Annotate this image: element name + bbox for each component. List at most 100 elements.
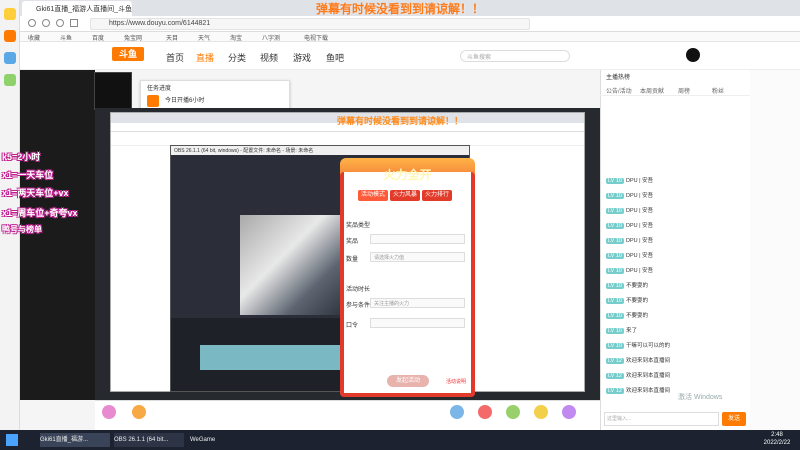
bookmark[interactable]: 百度: [92, 33, 104, 42]
nav-fishbar[interactable]: 鱼吧: [326, 51, 344, 64]
gift-icon[interactable]: [450, 405, 464, 419]
level-badge: LV 12: [606, 388, 624, 394]
tab-activity-mode[interactable]: 活动模式: [358, 190, 388, 201]
gift-icon[interactable]: [562, 405, 576, 419]
nav-game[interactable]: 游戏: [293, 51, 311, 64]
forward-icon[interactable]: [42, 19, 50, 27]
gift-bar: [95, 400, 600, 430]
level-badge: LV 10: [606, 328, 624, 334]
gift-icon[interactable]: [102, 405, 116, 419]
popup-text: 今日开播6小时: [165, 98, 205, 104]
back-icon[interactable]: [28, 19, 36, 27]
bookmark[interactable]: 斗鱼: [60, 33, 72, 42]
level-badge: LV 12: [606, 373, 624, 379]
tab-notice[interactable]: 公告/活动: [606, 86, 632, 95]
captured-header: [111, 132, 584, 146]
password-field[interactable]: [370, 318, 465, 328]
tab-fire-rank[interactable]: 火力排行: [422, 190, 452, 201]
message-text: DPU | 安吾: [625, 223, 654, 229]
tab-weekly[interactable]: 周榜: [678, 86, 690, 95]
tab-fire-storm[interactable]: 火力风暴: [390, 190, 420, 201]
taskbar-item[interactable]: WeGame: [190, 433, 250, 447]
message-text: 干嘛可以可以的的: [625, 343, 670, 349]
send-button[interactable]: 发送: [722, 412, 746, 426]
message-text: 来了: [625, 328, 637, 334]
gift-icon[interactable]: [132, 405, 146, 419]
nav-home[interactable]: 首页: [166, 51, 184, 64]
bookmark[interactable]: 收藏: [28, 33, 40, 42]
level-badge: LV 10: [606, 253, 624, 259]
label-duration: 活动时长: [346, 287, 371, 293]
message-text: 欢迎来到本直播间: [625, 388, 670, 394]
nav-live[interactable]: 直播: [196, 51, 214, 64]
label-password: 口令: [346, 323, 359, 329]
bookmark[interactable]: 电视下载: [304, 33, 328, 42]
tab-contrib[interactable]: 本周贡献: [640, 86, 664, 95]
count-field[interactable]: 请选择火力值: [370, 252, 465, 262]
chat-message: LV 10 DPU | 安吾: [606, 236, 746, 245]
chat-message: LV 10 DPU | 安吾: [606, 176, 746, 185]
app-icon[interactable]: [4, 52, 16, 64]
nav-category[interactable]: 分类: [228, 51, 246, 64]
star-icon[interactable]: [4, 8, 16, 20]
taskbar-item[interactable]: Gki61直播_福游...: [40, 433, 110, 447]
windows-start-icon[interactable]: [6, 434, 18, 446]
message-text: DPU | 安吾: [625, 238, 654, 244]
bookmark[interactable]: 天目: [166, 33, 178, 42]
submit-button[interactable]: 发起活动: [387, 375, 429, 387]
label-prize: 奖品: [346, 239, 359, 245]
streamer-avatar[interactable]: [94, 72, 132, 110]
site-logo[interactable]: 斗鱼: [112, 47, 144, 61]
level-badge: LV 10: [606, 238, 624, 244]
taskbar-item[interactable]: OBS 26.1.1 (64 bit...: [114, 433, 184, 447]
chat-header: 主播热榜: [606, 75, 631, 81]
refresh-icon[interactable]: [56, 19, 64, 27]
nav-video[interactable]: 视频: [260, 51, 278, 64]
message-text: DPU | 安吾: [625, 268, 654, 274]
chat-input[interactable]: 这里输入...: [604, 412, 719, 426]
chat-message: LV 10 DPU | 安吾: [606, 206, 746, 215]
prize-field[interactable]: [370, 234, 465, 244]
search-input[interactable]: 斗鱼搜索: [460, 50, 570, 62]
level-badge: LV 10: [606, 283, 624, 289]
dialog-title: 火力全开: [383, 168, 432, 182]
chat-message: LV 10 DPU | 安吾: [606, 251, 746, 260]
bookmark[interactable]: 兔宝网: [124, 33, 142, 42]
right-rail: [750, 70, 800, 430]
label-count: 数量: [346, 257, 359, 263]
message-text: DPU | 安吾: [625, 178, 654, 184]
bookmark[interactable]: 淘宝: [230, 33, 242, 42]
label-condition: 参与条件: [346, 303, 371, 309]
app-icon[interactable]: [4, 74, 16, 86]
overlay-line: x1=一天车位: [2, 170, 54, 180]
bookmark[interactable]: 八字测: [262, 33, 280, 42]
chat-message: LV 10 不要耍的: [606, 281, 746, 290]
message-text: 不要耍的: [625, 313, 648, 319]
bookmark[interactable]: 天气: [198, 33, 210, 42]
message-text: 不要耍的: [625, 298, 648, 304]
browser-tab[interactable]: Gki61直播_福游人直播间_斗鱼...: [22, 1, 132, 16]
level-badge: LV 10: [606, 208, 624, 214]
level-badge: LV 10: [606, 178, 624, 184]
level-badge: LV 10: [606, 313, 624, 319]
url-input[interactable]: https://www.douyu.com/6144821: [90, 18, 530, 30]
overlay-line: x1=周车位+奇夸vx: [2, 208, 78, 218]
home-icon[interactable]: [70, 19, 78, 27]
avatar[interactable]: [686, 48, 700, 62]
rules-link[interactable]: 活动说明: [446, 378, 466, 385]
clock-time: 2:48: [771, 432, 783, 438]
windows-watermark: 激活 Windows: [678, 394, 723, 401]
chat-message: LV 10 DPU | 安吾: [606, 266, 746, 275]
app-icon[interactable]: [4, 30, 16, 42]
condition-select[interactable]: 关注主播的火力: [370, 298, 465, 308]
message-text: DPU | 安吾: [625, 193, 654, 199]
level-badge: LV 10: [606, 223, 624, 229]
tab-fans[interactable]: 粉丝: [712, 86, 724, 95]
gift-icon[interactable]: [478, 405, 492, 419]
gift-icon[interactable]: [534, 405, 548, 419]
obs-mixer: [200, 345, 340, 370]
gift-icon[interactable]: [506, 405, 520, 419]
fire-icon: [147, 95, 159, 107]
bookmarks-bar: 收藏 斗鱼 百度 兔宝网 天目 天气 淘宝 八字测 电视下载: [20, 32, 800, 42]
clock-date: 2022/2/22: [763, 440, 791, 446]
